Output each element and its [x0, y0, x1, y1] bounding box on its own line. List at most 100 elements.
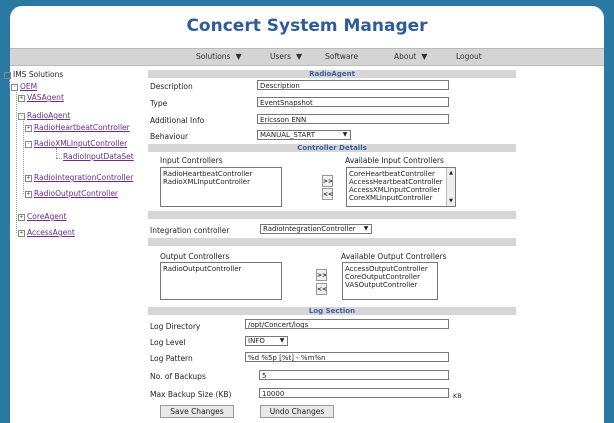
tree-node-heartbeat[interactable]: + RadioHeartbeatController [25, 123, 130, 132]
max-backup-size-field[interactable]: 10000 [259, 388, 449, 398]
tree-connector [56, 158, 62, 159]
expand-icon[interactable]: + [18, 213, 25, 221]
collapse-icon[interactable]: - [11, 83, 18, 91]
output-controllers-list[interactable]: RadioOutputController [160, 262, 282, 300]
tree-node-xmlinput[interactable]: - RadioXMLInputController [25, 139, 127, 148]
backups-label: No. of Backups [150, 372, 206, 381]
list-item[interactable]: CoreHeartbeatController [349, 170, 453, 178]
app-title: Concert System Manager [186, 16, 428, 36]
input-controllers-label: Input Controllers [160, 156, 223, 165]
tree-node-output[interactable]: + RadioOutputController [25, 189, 118, 198]
list-item[interactable]: AccessXMLInputController [349, 186, 453, 194]
list-item[interactable]: RadioHeartbeatController [163, 170, 279, 178]
type-field[interactable]: EventSnapshot [257, 97, 449, 107]
max-backup-size-label: Max Backup Size (KB) [150, 390, 232, 399]
separator [148, 211, 516, 219]
log-directory-field[interactable]: /opt/Concert/logs [245, 319, 449, 329]
additional-info-field[interactable]: Ericsson ENN [257, 114, 449, 124]
description-field[interactable]: Description [257, 80, 449, 90]
list-item[interactable]: AccessHeartbeatController [349, 178, 453, 186]
available-input-list[interactable]: CoreHeartbeatController AccessHeartbeatC… [346, 167, 456, 207]
tree-link[interactable]: CoreAgent [27, 212, 67, 221]
expand-icon[interactable]: + [25, 190, 32, 198]
nav-solutions[interactable]: Solutions ▼ [196, 52, 242, 61]
add-output-button[interactable]: >> [316, 269, 327, 281]
tree-node-radio[interactable]: - RadioAgent [18, 111, 70, 120]
expand-icon[interactable]: + [18, 94, 25, 102]
collapse-icon[interactable]: - [4, 71, 11, 79]
nav-label: Users [270, 52, 292, 61]
tree-link[interactable]: RadioHeartbeatController [34, 123, 130, 132]
tree-connector [56, 148, 57, 158]
behaviour-label: Behaviour [150, 132, 189, 141]
integration-label: Integration controller [150, 226, 230, 235]
nav-about[interactable]: About ▼ [394, 52, 427, 61]
log-section-header: Log Section [148, 307, 516, 315]
tree-link[interactable]: VASAgent [27, 93, 64, 102]
select-value: MANUAL_START [260, 131, 315, 139]
collapse-icon[interactable]: - [18, 112, 25, 120]
expand-icon[interactable]: + [25, 124, 32, 132]
additional-info-label: Additional Info [150, 116, 205, 125]
remove-output-button[interactable]: << [316, 283, 327, 295]
undo-changes-button[interactable]: Undo Changes [260, 405, 334, 418]
list-item[interactable]: CoreOutputController [345, 273, 435, 281]
expand-icon[interactable]: + [18, 229, 25, 237]
tree-link[interactable]: RadioInputDataSet [63, 152, 134, 161]
list-item[interactable]: CoreXMLInputController [349, 194, 453, 202]
behaviour-select[interactable]: MANUAL_START ▼ [257, 130, 351, 140]
tree-connector [16, 92, 17, 233]
description-label: Description [150, 82, 193, 91]
tree-node-integration[interactable]: + RadioIntegrationController [25, 173, 133, 182]
expand-icon[interactable]: + [25, 174, 32, 182]
tree-node-access[interactable]: + AccessAgent [18, 228, 75, 237]
agent-section-header: RadioAgent [148, 70, 516, 78]
nav-label: Solutions [196, 52, 231, 61]
save-changes-button[interactable]: Save Changes [160, 405, 234, 418]
tree-node-inputdataset[interactable]: RadioInputDataSet [63, 152, 134, 161]
list-item[interactable]: RadioXMLInputController [163, 178, 279, 186]
list-item[interactable]: AccessOutputController [345, 265, 435, 273]
tree-link[interactable]: RadioOutputController [34, 189, 118, 198]
available-output-list[interactable]: AccessOutputController CoreOutputControl… [342, 262, 438, 300]
integration-select[interactable]: RadioIntegrationController ▼ [260, 224, 372, 234]
backups-field[interactable]: 5 [259, 370, 449, 380]
nav-users[interactable]: Users ▼ [270, 52, 302, 61]
log-pattern-field[interactable]: %d %5p [%t] - %m%n [245, 352, 449, 362]
nav-label: About [394, 52, 417, 61]
nav-software[interactable]: Software [325, 52, 358, 61]
list-item[interactable]: RadioOutputController [163, 265, 279, 273]
available-output-label: Available Output Controllers [341, 252, 447, 261]
tree-link[interactable]: RadioIntegrationController [34, 173, 133, 182]
nav-label: Software [325, 52, 359, 61]
nav-logout[interactable]: Logout [456, 52, 482, 61]
tree-node-vas[interactable]: + VASAgent [18, 93, 64, 102]
remove-input-button[interactable]: << [322, 188, 333, 200]
available-input-label: Available Input Controllers [345, 156, 444, 165]
chevron-down-icon: ▼ [279, 337, 285, 344]
collapse-icon[interactable]: - [25, 140, 32, 148]
tree-node-core[interactable]: + CoreAgent [18, 212, 67, 221]
separator [148, 238, 516, 246]
tree-node-oem[interactable]: - OEM [11, 82, 37, 91]
tree-link[interactable]: AccessAgent [27, 228, 75, 237]
kb-unit: KB [453, 392, 462, 400]
scroll-down-icon[interactable]: ▼ [447, 197, 455, 205]
tree-connector [23, 119, 24, 194]
log-level-select[interactable]: INFO ▼ [245, 336, 288, 346]
input-controllers-list[interactable]: RadioHeartbeatController RadioXMLInputCo… [160, 167, 282, 207]
log-pattern-label: Log Pattern [150, 354, 193, 363]
add-input-button[interactable]: >> [322, 175, 333, 187]
scroll-up-icon[interactable]: ▲ [447, 169, 455, 177]
select-value: RadioIntegrationController [263, 225, 356, 233]
list-item[interactable]: VASOutputController [345, 281, 435, 289]
tree-link[interactable]: OEM [20, 82, 37, 91]
chevron-down-icon: ▼ [235, 52, 242, 61]
tree-link[interactable]: RadioXMLInputController [34, 139, 127, 148]
tree-node-root[interactable]: - IMS Solutions [4, 70, 63, 79]
log-directory-label: Log Directory [150, 322, 201, 331]
log-level-label: Log Level [150, 338, 186, 347]
tree-label: IMS Solutions [13, 70, 64, 79]
scrollbar[interactable]: ▲ ▼ [446, 168, 455, 206]
tree-link[interactable]: RadioAgent [27, 111, 70, 120]
